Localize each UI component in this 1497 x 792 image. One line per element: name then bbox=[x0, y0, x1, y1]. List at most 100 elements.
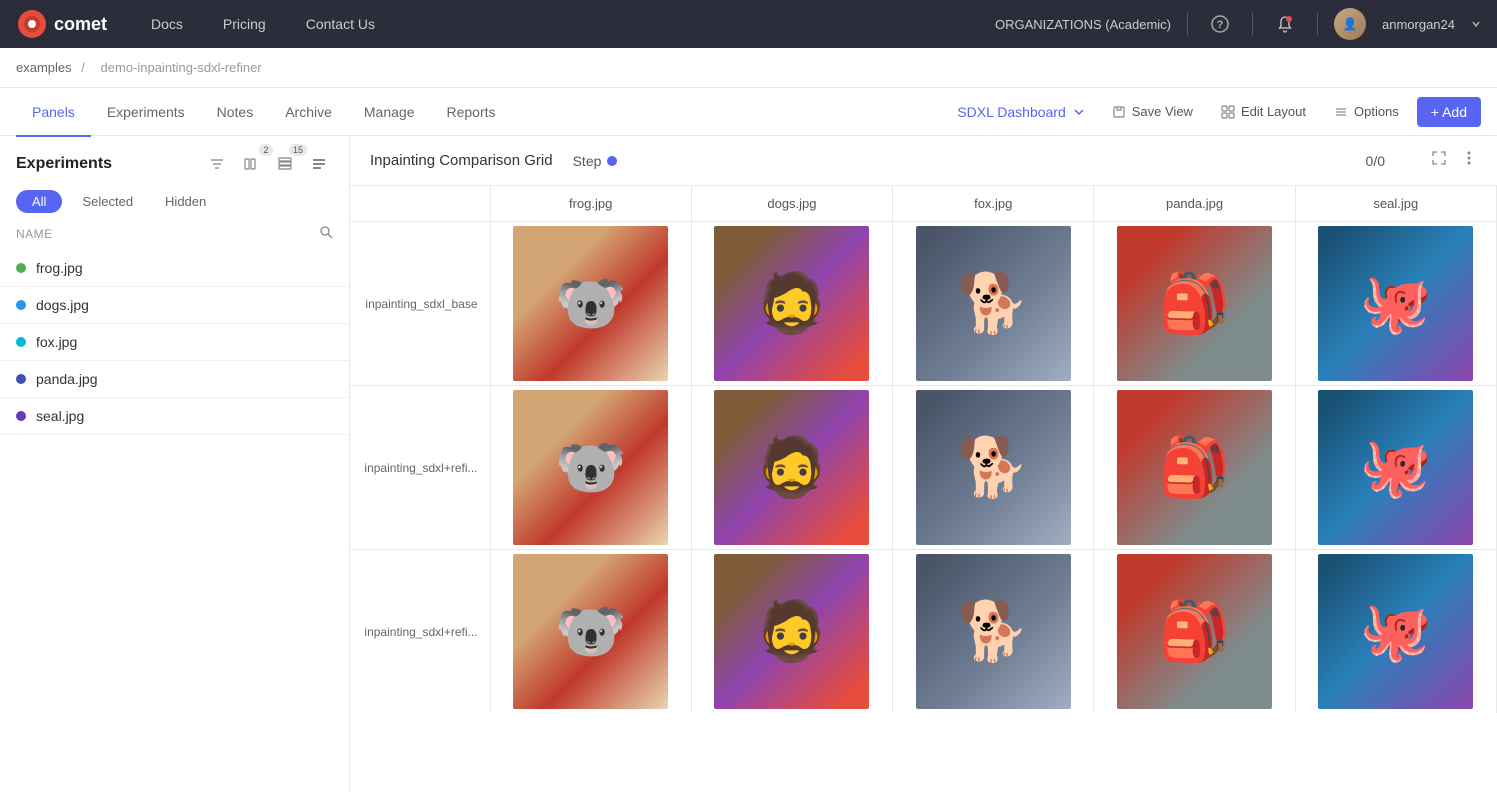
rows-badge: 15 bbox=[289, 144, 307, 156]
topbar-right: ORGANIZATIONS (Academic) ? 👤 anmorgan24 bbox=[995, 8, 1481, 40]
col-header-panda: panda.jpg bbox=[1094, 186, 1295, 222]
logo-text: comet bbox=[54, 14, 107, 35]
dashboard-chevron-icon bbox=[1072, 105, 1086, 119]
cell-0-1[interactable]: 🧔 bbox=[691, 222, 892, 386]
col-header-frog: frog.jpg bbox=[490, 186, 691, 222]
more-vert-icon bbox=[1467, 150, 1471, 166]
cell-image-2-0: 🐨 bbox=[513, 554, 668, 709]
svg-text:?: ? bbox=[1217, 19, 1224, 31]
step-label: Step bbox=[573, 153, 602, 169]
filter-all-btn[interactable]: All bbox=[16, 190, 62, 213]
nav-pricing[interactable]: Pricing bbox=[203, 0, 286, 48]
experiment-item-fox[interactable]: fox.jpg bbox=[0, 324, 349, 361]
cell-2-2[interactable]: 🐕 bbox=[893, 550, 1094, 714]
exp-dot-frog bbox=[16, 263, 26, 273]
cell-image-1-1: 🧔 bbox=[714, 390, 869, 545]
help-button[interactable]: ? bbox=[1204, 8, 1236, 40]
grid-header: Inpainting Comparison Grid Step 0/0 bbox=[350, 136, 1497, 186]
topbar: comet Docs Pricing Contact Us ORGANIZATI… bbox=[0, 0, 1497, 48]
tab-experiments[interactable]: Experiments bbox=[91, 89, 201, 137]
options-label: Options bbox=[1354, 104, 1399, 119]
grid-area: Inpainting Comparison Grid Step 0/0 bbox=[350, 136, 1497, 792]
cell-2-1[interactable]: 🧔 bbox=[691, 550, 892, 714]
cell-image-0-2: 🐕 bbox=[916, 226, 1071, 381]
empty-header bbox=[350, 186, 490, 222]
nav-docs[interactable]: Docs bbox=[131, 0, 203, 48]
grid-more-btn[interactable] bbox=[1461, 148, 1477, 173]
expand-icon bbox=[1431, 150, 1447, 166]
row-label-1: inpainting_sdxl+refi... bbox=[350, 386, 490, 550]
nav-contact[interactable]: Contact Us bbox=[286, 0, 395, 48]
grid-header-actions bbox=[1425, 148, 1477, 173]
breadcrumb: examples / demo-inpainting-sdxl-refiner bbox=[0, 48, 1497, 88]
breadcrumb-project: demo-inpainting-sdxl-refiner bbox=[101, 60, 262, 75]
cell-1-1[interactable]: 🧔 bbox=[691, 386, 892, 550]
edit-layout-icon bbox=[1221, 105, 1235, 119]
cell-2-0[interactable]: 🐨 bbox=[490, 550, 691, 714]
row-label-2: inpainting_sdxl+refi... bbox=[350, 550, 490, 714]
tab-manage[interactable]: Manage bbox=[348, 89, 431, 137]
col-header-dogs: dogs.jpg bbox=[691, 186, 892, 222]
edit-layout-button[interactable]: Edit Layout bbox=[1211, 99, 1316, 124]
search-experiments-btn[interactable] bbox=[319, 225, 333, 242]
notifications-button[interactable] bbox=[1269, 8, 1301, 40]
experiment-item-dogs[interactable]: dogs.jpg bbox=[0, 287, 349, 324]
save-view-button[interactable]: Save View bbox=[1102, 99, 1203, 124]
exp-name-seal: seal.jpg bbox=[36, 408, 84, 424]
cell-image-0-3: 🎒 bbox=[1117, 226, 1272, 381]
options-icon bbox=[1334, 105, 1348, 119]
exp-dot-fox bbox=[16, 337, 26, 347]
cell-0-3[interactable]: 🎒 bbox=[1094, 222, 1295, 386]
step-row: Step bbox=[573, 153, 618, 169]
cell-1-2[interactable]: 🐕 bbox=[893, 386, 1094, 550]
avatar[interactable]: 👤 bbox=[1334, 8, 1366, 40]
experiment-item-frog[interactable]: frog.jpg bbox=[0, 250, 349, 287]
expand-grid-btn[interactable] bbox=[1425, 148, 1453, 173]
user-label[interactable]: anmorgan24 bbox=[1382, 17, 1455, 32]
dashboard-selector[interactable]: SDXL Dashboard bbox=[949, 100, 1093, 124]
tab-notes[interactable]: Notes bbox=[201, 89, 270, 137]
table-row: inpainting_sdxl+refi...🐨 🧔🐕🎒🐙 bbox=[350, 550, 1497, 714]
options-button[interactable]: Options bbox=[1324, 99, 1409, 124]
experiment-item-seal[interactable]: seal.jpg bbox=[0, 398, 349, 435]
sidebar-title: Experiments bbox=[16, 155, 112, 173]
sidebar-name-row: NAME bbox=[0, 221, 349, 250]
cell-1-3[interactable]: 🎒 bbox=[1094, 386, 1295, 550]
tab-archive[interactable]: Archive bbox=[269, 89, 348, 137]
table-row: inpainting_sdxl+refi...🐨🧔🐕🎒🐙 bbox=[350, 386, 1497, 550]
main-content: Experiments 2 bbox=[0, 136, 1497, 792]
tab-reports[interactable]: Reports bbox=[430, 89, 511, 137]
cell-image-1-3: 🎒 bbox=[1117, 390, 1272, 545]
filter-icon-btn[interactable] bbox=[203, 150, 231, 178]
cell-image-0-1: 🧔 bbox=[714, 226, 869, 381]
cell-1-0[interactable]: 🐨 bbox=[490, 386, 691, 550]
tab-panels[interactable]: Panels bbox=[16, 89, 91, 137]
experiment-item-panda[interactable]: panda.jpg bbox=[0, 361, 349, 398]
more-options-icon bbox=[312, 157, 326, 171]
table-header-row: frog.jpg dogs.jpg fox.jpg panda.jpg seal… bbox=[350, 186, 1497, 222]
breadcrumb-examples[interactable]: examples bbox=[16, 60, 72, 75]
search-icon bbox=[319, 225, 333, 239]
avatar-image: 👤 bbox=[1334, 8, 1366, 40]
cell-2-3[interactable]: 🎒 bbox=[1094, 550, 1295, 714]
cell-0-4[interactable]: 🐙 bbox=[1295, 222, 1496, 386]
rows-icon bbox=[278, 157, 292, 171]
cell-2-4[interactable]: 🐙 bbox=[1295, 550, 1496, 714]
cell-image-2-4: 🐙 bbox=[1318, 554, 1473, 709]
breadcrumb-separator: / bbox=[81, 60, 88, 75]
topbar-divider bbox=[1187, 12, 1188, 36]
step-dot bbox=[607, 156, 617, 166]
cell-1-4[interactable]: 🐙 bbox=[1295, 386, 1496, 550]
filter-hidden-btn[interactable]: Hidden bbox=[153, 190, 218, 213]
add-button[interactable]: + Add bbox=[1417, 97, 1481, 127]
filter-selected-btn[interactable]: Selected bbox=[70, 190, 145, 213]
columns-icon-container: 2 bbox=[237, 150, 265, 178]
user-chevron-icon bbox=[1471, 19, 1481, 29]
cell-image-2-1: 🧔 bbox=[714, 554, 869, 709]
more-options-btn[interactable] bbox=[305, 150, 333, 178]
org-label[interactable]: ORGANIZATIONS (Academic) bbox=[995, 17, 1171, 32]
cell-0-2[interactable]: 🐕 bbox=[893, 222, 1094, 386]
cell-0-0[interactable]: 🐨 bbox=[490, 222, 691, 386]
cell-image-0-0: 🐨 bbox=[513, 226, 668, 381]
logo[interactable]: comet bbox=[16, 8, 107, 40]
